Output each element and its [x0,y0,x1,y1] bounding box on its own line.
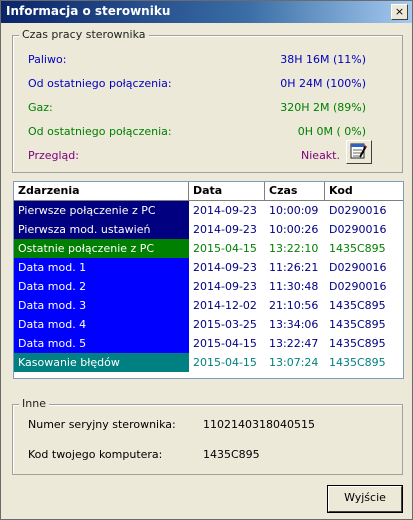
cell-event: Data mod. 4 [14,315,189,334]
cell-time: 13:34:06 [269,318,319,331]
events-table-header: Zdarzenia Data Czas Kod [14,182,403,201]
cell-code: 1435C895 [329,356,386,369]
info-window: Informacja o sterowniku × Czas pracy ste… [0,0,413,520]
gas-value: 320H 2M (89%) [280,101,366,114]
calendar-edit-icon [350,143,367,159]
title-bar: Informacja o sterowniku × [1,1,412,23]
events-table: Zdarzenia Data Czas Kod Pierwsze połącze… [13,181,404,379]
cell-time: 10:00:09 [269,204,319,217]
fuel-since-label: Od ostatniego połączenia: [28,77,172,90]
cell-time: 11:26:21 [269,261,319,274]
cell-code: 1435C895 [329,337,386,350]
cell-date: 2014-12-02 [193,299,257,312]
cell-date: 2014-09-23 [193,280,257,293]
cell-event: Data mod. 1 [14,258,189,277]
table-row[interactable]: Pierwsze połączenie z PC 2014-09-23 10:00:… [14,201,403,220]
cell-date: 2014-09-23 [193,204,257,217]
cell-event: Data mod. 2 [14,277,189,296]
fuel-since-value: 0H 24M (100%) [280,77,366,90]
table-row[interactable]: Data mod. 3 2014-12-02 21:10:56 1435C895 [14,296,403,315]
col-header-event[interactable]: Zdarzenia [14,182,189,200]
table-row[interactable]: Data mod. 4 2015-03-25 13:34:06 1435C895 [14,315,403,334]
fuel-value: 38H 16M (11%) [280,53,366,66]
cell-date: 2014-09-23 [193,261,257,274]
review-label: Przegląd: [28,149,79,162]
pc-code-value: 1435C895 [203,448,260,461]
cell-event: Pierwsze połączenie z PC [14,201,189,220]
review-value: Nieakt. [301,149,340,162]
col-header-date[interactable]: Data [189,182,265,200]
gas-since-value: 0H 0M ( 0%) [297,125,366,138]
cell-date: 2015-04-15 [193,356,257,369]
cell-event: Data mod. 3 [14,296,189,315]
cell-date: 2015-04-15 [193,337,257,350]
gas-since-label: Od ostatniego połączenia: [28,125,172,138]
table-row[interactable]: Data mod. 2 2014-09-23 11:30:48 D0290016 [14,277,403,296]
cell-code: 1435C895 [329,242,386,255]
cell-date: 2015-04-15 [193,242,257,255]
serial-label: Numer seryjny sterownika: [28,418,176,431]
cell-time: 21:10:56 [269,299,319,312]
other-group: Inne Numer seryjny sterownika: 110214031… [12,397,403,475]
table-row[interactable]: Pierwsza mod. ustawień 2014-09-23 10:00:26… [14,220,403,239]
cell-time: 10:00:26 [269,223,319,236]
cell-code: D0290016 [329,261,387,274]
cell-event: Ostatnie połączenie z PC [14,239,189,258]
runtime-group: Czas pracy sterownika Paliwo: 38H 16M (1… [12,28,403,173]
table-row[interactable]: Data mod. 1 2014-09-23 11:26:21 D0290016 [14,258,403,277]
cell-time: 13:22:10 [269,242,319,255]
close-button[interactable]: × [391,4,408,20]
cell-time: 11:30:48 [269,280,319,293]
cell-time: 13:22:47 [269,337,319,350]
exit-button[interactable]: Wyjście [328,486,402,512]
fuel-label: Paliwo: [28,53,67,66]
table-row[interactable]: Data mod. 5 2015-04-15 13:22:47 1435C895 [14,334,403,353]
cell-event: Data mod. 5 [14,334,189,353]
cell-code: D0290016 [329,223,387,236]
cell-code: 1435C895 [329,318,386,331]
cell-time: 13:07:24 [269,356,319,369]
runtime-group-title: Czas pracy sterownika [19,28,149,41]
col-header-code[interactable]: Kod [325,182,403,200]
pc-code-label: Kod twojego komputera: [28,448,163,461]
other-group-title: Inne [19,397,49,410]
cell-code: 1435C895 [329,299,386,312]
cell-event: Kasowanie błędów [14,353,189,372]
cell-event: Pierwsza mod. ustawień [14,220,189,239]
table-row[interactable]: Ostatnie połączenie z PC 2015-04-15 13:22:… [14,239,403,258]
serial-value: 1102140318040515 [203,418,315,431]
cell-date: 2014-09-23 [193,223,257,236]
close-icon: × [394,5,405,18]
gas-label: Gaz: [28,101,53,114]
col-header-time[interactable]: Czas [265,182,325,200]
cell-code: D0290016 [329,280,387,293]
cell-date: 2015-03-25 [193,318,257,331]
review-button[interactable] [346,140,372,164]
window-title: Informacja o sterowniku [6,4,171,18]
cell-code: D0290016 [329,204,387,217]
table-row[interactable]: Kasowanie błędów 2015-04-15 13:07:24 1435C8… [14,353,403,372]
